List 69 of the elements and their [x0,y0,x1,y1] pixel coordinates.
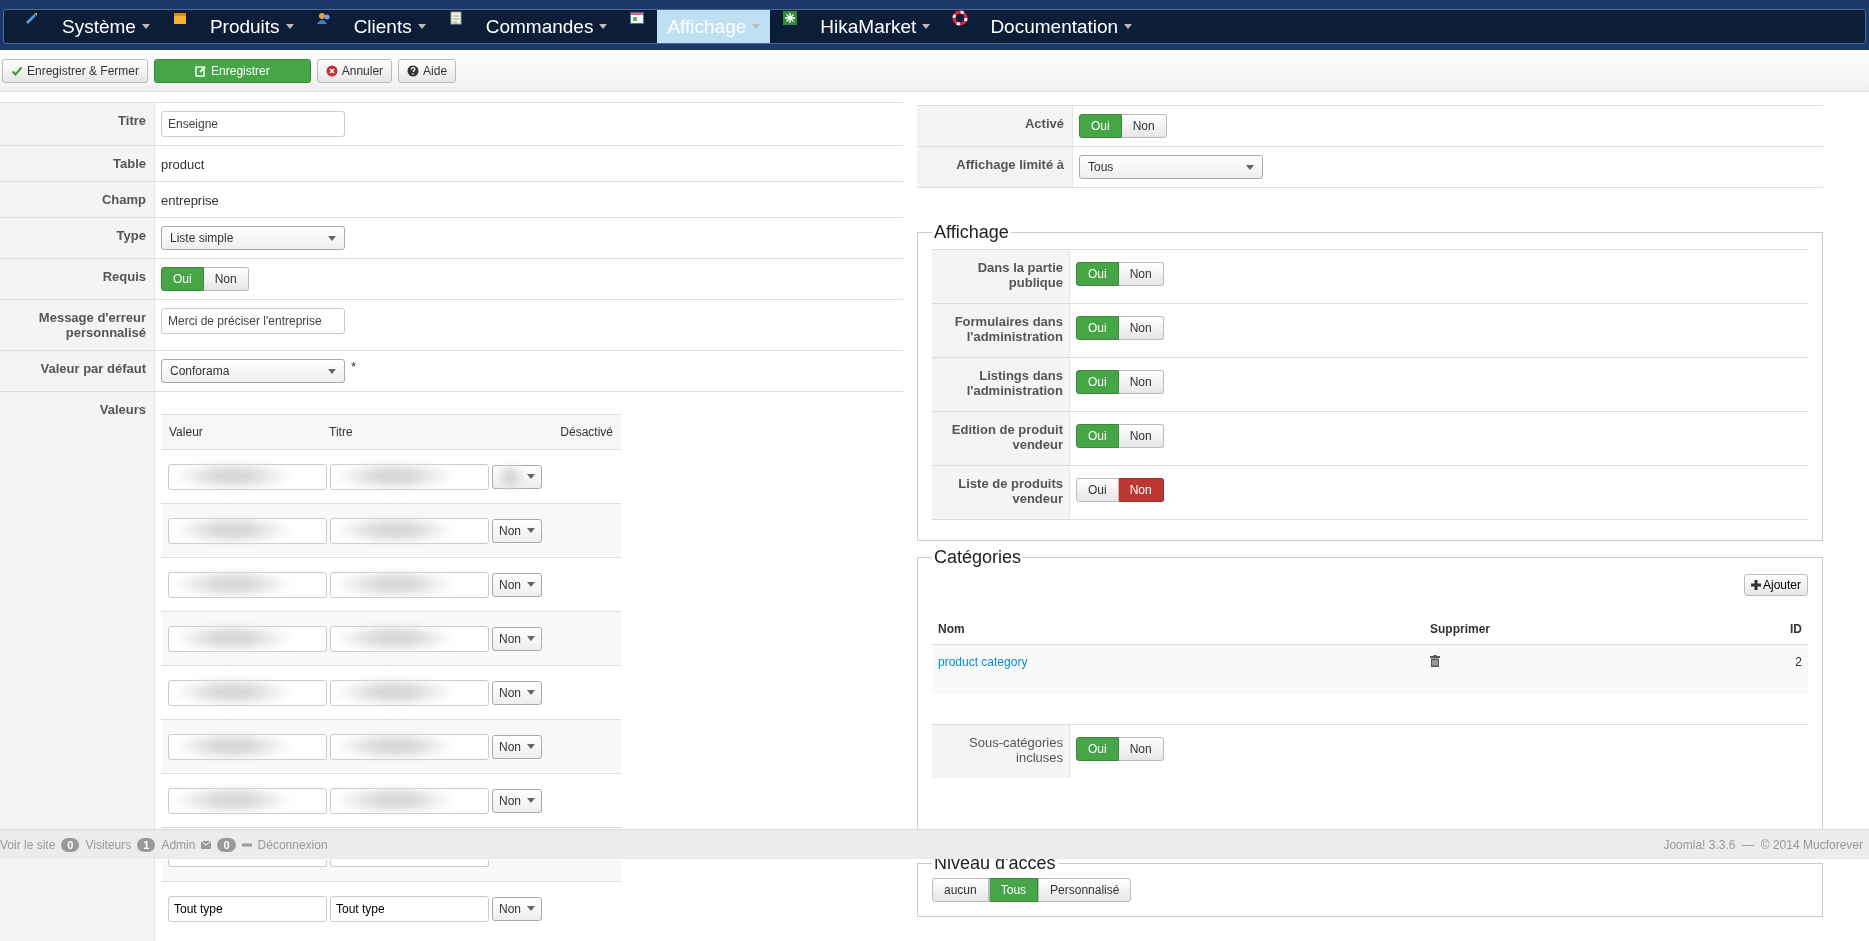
table-cell: 2 [1795,655,1802,669]
toggle-option[interactable]: Non [203,267,249,291]
count-badge: 0 [217,837,236,852]
column-header: ID [1790,622,1802,636]
access-option[interactable]: aucun [932,878,989,902]
menu-item[interactable]: Commandes [475,10,618,43]
column-header: Supprimer [1430,622,1491,636]
field-label: Type [0,218,155,258]
field-label: Message d'erreur personnalisé [0,300,155,350]
field-label: Liste de produits vendeur [932,466,1070,519]
field-label: Formulaires dans l'administration [932,304,1070,357]
toolbar-button[interactable]: Enregistrer & Fermer [2,58,149,83]
field-value: product [161,156,205,172]
field-label: Dans la partie publique [932,250,1070,303]
toggle-option[interactable]: Non [1121,114,1167,138]
dropdown[interactable]: Non [492,896,542,921]
dropdown[interactable]: Conforama [161,359,345,383]
field-value: entreprise [161,192,219,208]
toggle-option[interactable]: Non [1118,370,1164,394]
toggle-option[interactable]: Non [1118,478,1164,502]
add-button[interactable]: Ajouter [1743,574,1808,596]
text-field[interactable]: Tout type [168,895,327,922]
section-title: Catégories [933,547,1023,568]
text-field[interactable]: Enseigne [161,111,345,137]
status-label: Visiteurs [85,837,132,852]
field-label: Requis [0,259,155,299]
field-label: Affichage limité à [917,147,1073,187]
status-label: Admin [161,837,196,852]
count-badge: 0 [61,837,80,852]
dropdown[interactable]: Non [492,680,542,705]
column-header: Désactivé [559,425,613,439]
required-mark: * [351,359,357,374]
text-field[interactable]: Tout type [330,895,489,922]
field-label: Valeur par défaut [0,351,155,391]
menu-item[interactable]: Produits [199,10,304,43]
dropdown[interactable]: Non [492,734,542,759]
field-label: Activé [917,106,1073,146]
version-text: Joomla! 3.3.6 — © 2014 Mucforever [1663,837,1863,852]
menu-item[interactable]: Système [52,10,160,43]
dropdown[interactable]: Non [492,572,542,597]
field-label: Table [0,146,155,181]
toggle-option[interactable]: Oui [1076,478,1119,502]
count-badge: 1 [137,837,156,852]
field-label: Titre [0,103,155,145]
category-link[interactable]: product category [938,655,1028,669]
field-label: Champ [0,182,155,217]
menu-item[interactable]: Documentation [980,10,1143,43]
toolbar-button[interactable]: Annuler [316,58,393,83]
dropdown[interactable]: Non [492,518,542,543]
dropdown[interactable]: Tous [1079,155,1263,179]
text-field[interactable]: Merci de préciser l'entreprise [161,308,345,334]
access-option[interactable]: Personnalisé [1038,878,1132,902]
toolbar-button[interactable]: Aide [398,58,457,83]
field-label: Sous-catégories incluses [932,725,1070,778]
field-label: Edition de produit vendeur [932,412,1070,465]
toggle-option[interactable]: Non [1118,424,1164,448]
menu-item[interactable]: HikaMarket [810,10,941,43]
section-title: Affichage [933,222,1010,243]
dropdown[interactable]: Liste simple [161,226,345,250]
column-header: Nom [938,622,966,636]
column-header: Valeur [169,425,204,439]
dropdown[interactable]: Non [492,788,542,813]
column-header: Titre [329,425,354,439]
field-label: Listings dans l'administration [932,358,1070,411]
toggle-option[interactable]: Non [1118,262,1164,286]
menu-item[interactable]: Clients [343,10,436,43]
dropdown[interactable]: Non [492,626,542,651]
toggle-option[interactable]: Non [1118,737,1164,761]
toggle-option[interactable]: Non [1118,316,1164,340]
